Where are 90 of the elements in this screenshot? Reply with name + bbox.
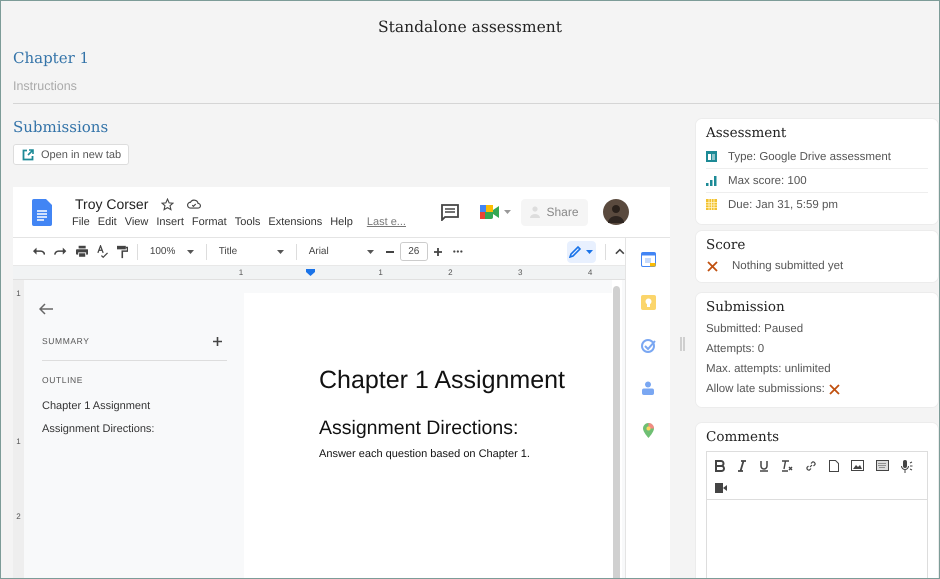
ruler-number: 1: [238, 268, 244, 277]
external-link-icon: [22, 148, 34, 160]
plus-icon[interactable]: [213, 336, 222, 346]
style-dropdown[interactable]: Title: [216, 246, 287, 257]
card-heading: Assessment: [706, 125, 786, 141]
ruler-number: 4: [586, 268, 594, 277]
menu-item[interactable]: Tools: [234, 216, 260, 228]
card-heading: Submission: [706, 299, 785, 315]
pencil-icon: [569, 245, 582, 258]
score-status: Nothing submitted yet: [732, 260, 844, 272]
person-icon: [530, 206, 540, 218]
card-heading: Score: [706, 237, 746, 253]
page-title: Standalone assessment: [377, 17, 563, 38]
calendar-icon: [706, 199, 717, 210]
chevron-up-icon[interactable]: [615, 248, 625, 255]
menu-item[interactable]: Insert: [156, 216, 184, 228]
print-icon[interactable]: [76, 245, 88, 258]
link-icon[interactable]: [805, 460, 817, 472]
submission-detail: Attempts: 0: [706, 342, 764, 357]
more-icon[interactable]: [452, 250, 462, 253]
microphone-icon[interactable]: [901, 460, 913, 473]
check-circle-icon[interactable]: [640, 338, 656, 353]
clear-format-icon[interactable]: [781, 460, 793, 472]
video-camera-icon: [480, 204, 500, 220]
comment-icon[interactable]: [441, 204, 459, 220]
caret-icon: [366, 250, 374, 254]
cloud-icon[interactable]: [187, 198, 202, 210]
document-icon: [706, 151, 717, 162]
document-title[interactable]: Troy Corser: [75, 196, 148, 212]
resize-handle[interactable]: [680, 337, 685, 351]
indent-marker[interactable]: [306, 269, 316, 276]
bar-chart-icon: [706, 175, 717, 186]
assessment-detail: Due: Jan 31, 5:59 pm: [728, 198, 838, 210]
scrollbar-thumb[interactable]: [613, 286, 620, 578]
document-heading: Assignment Directions:: [319, 417, 520, 440]
instructions-label: Instructions: [13, 79, 77, 93]
file-icon[interactable]: [829, 460, 839, 472]
open-in-new-tab-button[interactable]: Open in new tab: [13, 144, 130, 165]
ruler-number: 1: [16, 290, 21, 298]
outline-label: OUTLINE: [42, 375, 84, 385]
document-title-text: Chapter 1 Assignment: [319, 366, 566, 395]
last-edit-link[interactable]: Last e...: [366, 216, 406, 228]
menu-item[interactable]: Extensions: [268, 216, 322, 228]
caret-icon: [186, 250, 194, 254]
font-dropdown[interactable]: Arial: [306, 246, 377, 257]
menu-item[interactable]: Format: [192, 216, 227, 228]
late-submissions-label: Allow late submissions:: [706, 382, 825, 397]
submissions-heading: Submissions: [13, 118, 108, 138]
assessment-detail: Max score: 100: [728, 174, 807, 186]
editing-mode-button[interactable]: [566, 240, 596, 262]
menu-item[interactable]: Edit: [98, 216, 117, 228]
caret-icon: [276, 250, 284, 254]
image-icon[interactable]: [851, 460, 864, 471]
back-arrow-icon[interactable]: [39, 303, 53, 315]
ruler-number: 2: [16, 513, 21, 521]
bold-icon[interactable]: [715, 460, 725, 472]
menu-item[interactable]: Help: [330, 216, 353, 228]
plus-icon[interactable]: [434, 248, 442, 256]
ruler-number: 1: [16, 438, 21, 446]
document-paragraph: Answer each question based on Chapter 1.: [319, 448, 531, 460]
zoom-dropdown[interactable]: 100%: [146, 246, 197, 257]
document-icon[interactable]: [32, 198, 52, 226]
chapter-title: Chapter 1: [13, 49, 90, 69]
video-icon[interactable]: [715, 483, 727, 493]
assessment-detail: Type: Google Drive assessment: [728, 150, 891, 162]
card-heading: Comments: [706, 429, 780, 445]
avatar[interactable]: [603, 199, 629, 225]
menu-item[interactable]: View: [124, 216, 148, 228]
paint-roller-icon[interactable]: [117, 244, 128, 258]
caret-icon: [586, 250, 594, 254]
keyboard-icon[interactable]: [876, 460, 889, 471]
ruler-number: 1: [377, 268, 384, 277]
summary-label: SUMMARY: [42, 336, 90, 346]
underline-icon[interactable]: [759, 460, 769, 472]
minus-icon[interactable]: [386, 250, 394, 252]
italic-icon[interactable]: [737, 460, 747, 472]
calendar-icon[interactable]: [640, 252, 656, 267]
ruler-number: 3: [517, 268, 524, 277]
submission-detail: Submitted: Paused: [706, 322, 804, 337]
menu-item[interactable]: File: [72, 216, 90, 228]
redo-icon[interactable]: [54, 246, 67, 256]
undo-icon[interactable]: [33, 246, 46, 256]
spellcheck-icon[interactable]: [96, 244, 108, 258]
star-icon[interactable]: [161, 198, 174, 210]
ruler-number: 2: [447, 268, 454, 277]
font-size-field[interactable]: 26: [400, 242, 428, 261]
outline-item[interactable]: Assignment Directions:: [42, 423, 154, 435]
outline-item[interactable]: Chapter 1 Assignment: [42, 400, 150, 412]
submission-detail: Max. attempts: unlimited: [706, 362, 831, 377]
caret-icon: [504, 210, 510, 214]
